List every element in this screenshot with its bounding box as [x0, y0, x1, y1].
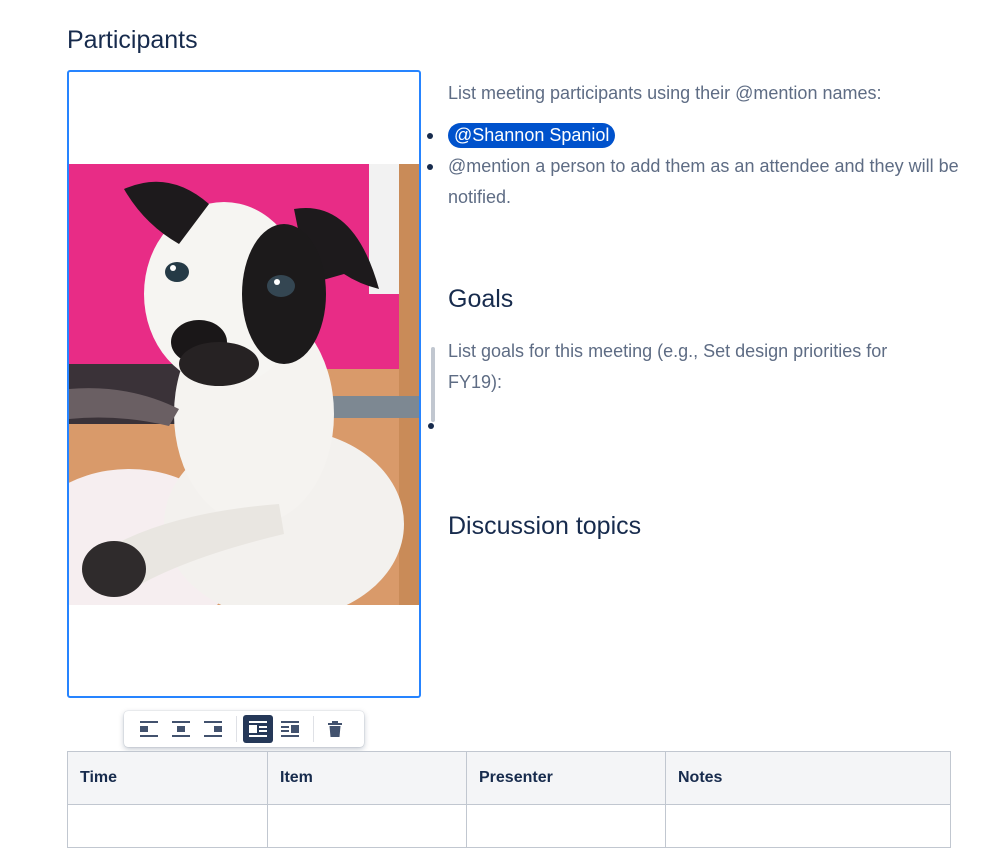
- goals-heading: Goals: [448, 285, 514, 313]
- participants-hint: @mention a person to add them as an atte…: [448, 156, 959, 207]
- table-cell[interactable]: [267, 804, 467, 848]
- table-cell[interactable]: [67, 804, 268, 848]
- discussion-topics-heading: Discussion topics: [448, 512, 642, 540]
- resize-handle[interactable]: [431, 347, 435, 422]
- table-header-row: Time Item Presenter Notes: [67, 751, 951, 805]
- column-header-notes[interactable]: Notes: [665, 751, 951, 805]
- align-left-icon: [140, 721, 158, 737]
- goals-intro: List goals for this meeting (e.g., Set d…: [448, 341, 888, 392]
- dog-photo: [69, 164, 419, 605]
- meeting-table: Time Item Presenter Notes: [67, 751, 951, 848]
- toolbar-separator: [236, 716, 237, 742]
- wrap-left-icon: [249, 721, 267, 737]
- toolbar-separator: [313, 716, 314, 742]
- image-toolbar: [124, 711, 364, 747]
- bullet-icon: [427, 133, 433, 139]
- list-item: @Shannon Spaniol: [427, 120, 963, 151]
- column-header-item[interactable]: Item: [267, 751, 467, 805]
- image-block[interactable]: [67, 70, 421, 698]
- align-center-icon: [172, 721, 190, 737]
- wrap-right-button[interactable]: [275, 715, 305, 743]
- participants-list: @Shannon Spaniol @mention a person to ad…: [427, 120, 963, 213]
- trash-icon: [328, 721, 342, 737]
- list-bullet-dot: [428, 423, 434, 429]
- column-header-presenter[interactable]: Presenter: [466, 751, 666, 805]
- mention-chip[interactable]: @Shannon Spaniol: [448, 123, 616, 148]
- column-header-time[interactable]: Time: [67, 751, 268, 805]
- table-cell[interactable]: [665, 804, 951, 848]
- delete-image-button[interactable]: [320, 715, 350, 743]
- list-item: @mention a person to add them as an atte…: [427, 151, 963, 213]
- align-right-button[interactable]: [198, 715, 228, 743]
- table-row: [67, 804, 951, 848]
- table-cell[interactable]: [466, 804, 666, 848]
- participants-heading: Participants: [67, 26, 198, 54]
- align-left-button[interactable]: [134, 715, 164, 743]
- align-center-button[interactable]: [166, 715, 196, 743]
- wrap-left-button[interactable]: [243, 715, 273, 743]
- wrap-right-icon: [281, 721, 299, 737]
- bullet-icon: [427, 164, 433, 170]
- align-right-icon: [204, 721, 222, 737]
- participants-intro: List meeting participants using their @m…: [448, 83, 882, 103]
